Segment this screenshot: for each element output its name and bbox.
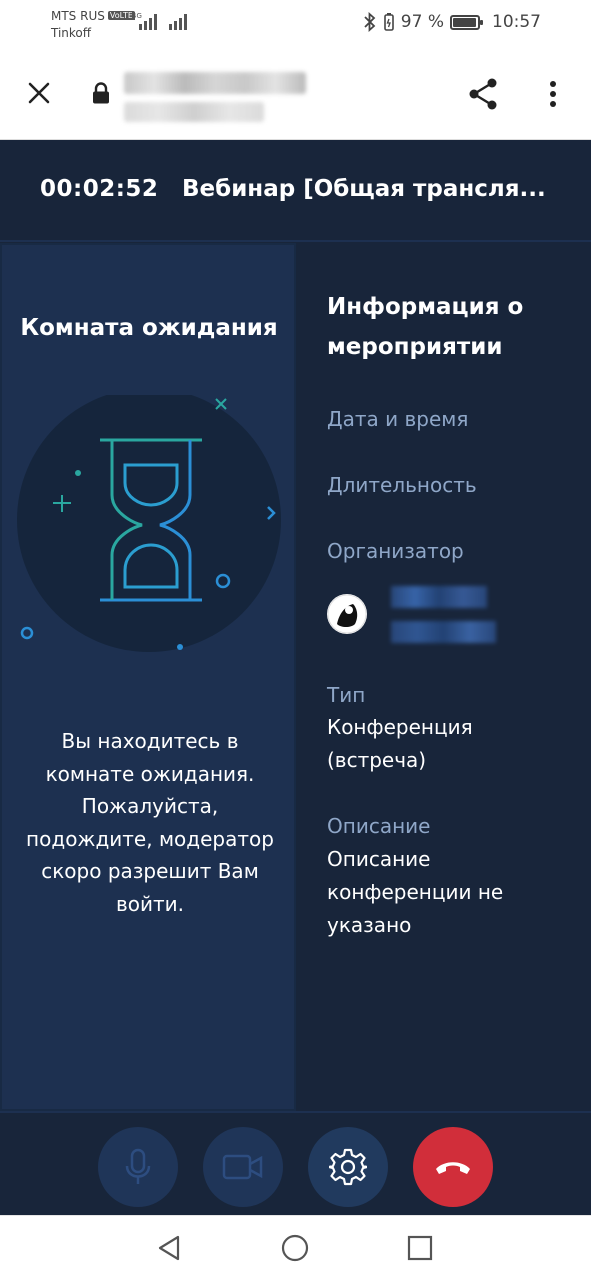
back-icon xyxy=(158,1235,180,1261)
share-button[interactable] xyxy=(463,74,503,114)
camera-icon xyxy=(222,1154,263,1180)
organizer-name-redacted xyxy=(391,586,487,608)
session-timer: 00:02:52 xyxy=(40,176,159,202)
ring-decoration xyxy=(20,626,34,640)
cross-decoration-icon xyxy=(215,398,227,410)
signal-icon-secondary xyxy=(169,12,187,30)
recents-button[interactable] xyxy=(403,1231,437,1265)
hourglass-illustration xyxy=(17,395,281,652)
share-icon xyxy=(469,78,497,110)
organizer-label: Организатор xyxy=(327,539,464,563)
waiting-room-message: Вы находитесь в комнате ожидания. Пожалу… xyxy=(26,729,274,916)
hang-up-icon xyxy=(436,1162,470,1174)
camera-button[interactable] xyxy=(203,1127,283,1207)
battery-icon xyxy=(450,14,483,30)
duration-label: Длительность xyxy=(327,473,477,497)
battery-fill xyxy=(453,17,476,27)
url-domain-redacted[interactable] xyxy=(124,102,264,122)
settings-button[interactable] xyxy=(308,1127,388,1207)
carrier-primary: MTS RUS VoLTE xyxy=(51,9,135,23)
bluetooth-icon xyxy=(364,12,376,32)
microphone-icon xyxy=(125,1148,151,1184)
webinar-app: 00:02:52 Вебинар [Общая трансля... Комна… xyxy=(0,140,591,1215)
waiting-room-title: Комната ожидания xyxy=(20,315,278,341)
organizer-avatar xyxy=(327,594,367,634)
date-time-label: Дата и время xyxy=(327,407,469,431)
webinar-title: Вебинар [Общая трансля... xyxy=(182,176,546,202)
webinar-header: 00:02:52 Вебинар [Общая трансля... xyxy=(0,140,591,242)
back-button[interactable] xyxy=(152,1231,186,1265)
network-type: 4G xyxy=(132,12,142,20)
dot-decoration xyxy=(177,644,183,650)
close-button[interactable] xyxy=(20,74,58,112)
organizer-surname-redacted xyxy=(391,621,496,643)
description-value: Описание конференции не указано xyxy=(327,847,504,937)
lock-icon xyxy=(93,82,109,104)
event-info-title: Информация о мероприятии xyxy=(327,294,524,360)
more-menu-button[interactable] xyxy=(540,74,566,114)
dot-decoration xyxy=(75,470,81,476)
browser-toolbar xyxy=(0,50,591,140)
more-vert-icon xyxy=(550,81,556,107)
signal-icon-primary: 4G xyxy=(132,12,157,30)
microphone-button[interactable] xyxy=(98,1127,178,1207)
carrier-primary-label: MTS RUS xyxy=(51,9,105,23)
signal-indicators: 4G xyxy=(132,12,187,30)
url-host-redacted[interactable] xyxy=(124,72,306,94)
battery-percent: 97 % xyxy=(400,12,444,32)
call-controls xyxy=(0,1111,591,1215)
clock: 10:57 xyxy=(492,12,541,32)
vibrate-battery-icon xyxy=(383,13,394,31)
volte-badge: VoLTE xyxy=(107,11,135,20)
carrier-secondary: Tinkoff xyxy=(51,26,92,40)
home-icon xyxy=(281,1234,309,1262)
recents-icon xyxy=(407,1235,433,1261)
gear-icon xyxy=(329,1148,367,1186)
waiting-room-panel: Комната ожидания Вы находитесь в комнате… xyxy=(0,243,296,1111)
home-button[interactable] xyxy=(278,1231,312,1265)
type-value: Конференция (встреча) xyxy=(327,715,473,772)
avatar-image xyxy=(327,594,367,634)
status-right: 97 % 10:57 xyxy=(363,12,541,32)
system-nav-bar xyxy=(0,1215,591,1280)
description-label: Описание xyxy=(327,814,431,838)
close-icon xyxy=(28,82,50,104)
hang-up-button[interactable] xyxy=(413,1127,493,1207)
type-label: Тип xyxy=(327,683,366,707)
event-info-panel: Информация о мероприятии Дата и время Дл… xyxy=(296,243,591,1111)
status-bar: MTS RUS VoLTE Tinkoff 4G 97 % 10:57 xyxy=(0,0,591,50)
